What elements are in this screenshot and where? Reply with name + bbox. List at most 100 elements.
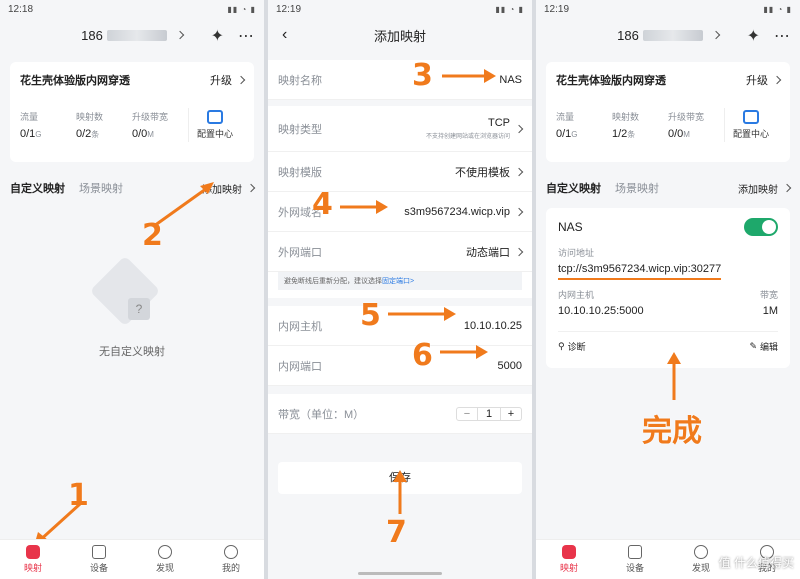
host-label: 内网主机 xyxy=(558,290,595,300)
inport-field[interactable]: 5000 xyxy=(498,360,522,372)
access-address[interactable]: tcp://s3m9567234.wicp.vip:30277 xyxy=(558,263,722,280)
step-5-arrow xyxy=(388,307,456,321)
domain-row[interactable]: 外网域名 s3m9567234.wicp.vip xyxy=(268,192,532,232)
mapping-card[interactable]: NAS 访问地址 tcp://s3m9567234.wicp.vip:30277… xyxy=(546,208,790,368)
template-row[interactable]: 映射模版 不使用模板 xyxy=(268,152,532,192)
tab-mapping[interactable]: 映射 xyxy=(536,540,602,579)
upgrade-link[interactable]: 升级 xyxy=(746,72,782,88)
template-label: 映射模版 xyxy=(278,166,322,179)
stat-label: 映射数 xyxy=(76,112,104,122)
status-icons: ▮▮ ◔ ▮ xyxy=(227,4,256,14)
step-3-label: 3 xyxy=(412,58,433,93)
satellite-icon[interactable]: ✦ xyxy=(211,26,224,46)
mapping-toggle[interactable] xyxy=(744,218,778,236)
config-center-label: 配置中心 xyxy=(197,129,234,139)
compass-icon xyxy=(694,545,708,559)
step-4-arrow xyxy=(340,200,388,214)
port-row[interactable]: 外网端口 动态端口 xyxy=(268,232,532,272)
stat-unit: G xyxy=(35,130,42,139)
more-icon[interactable]: ⋯ xyxy=(238,26,254,46)
more-icon[interactable]: ⋯ xyxy=(774,26,790,46)
host-field[interactable]: 10.10.10.25 xyxy=(464,320,522,332)
account-selector[interactable]: 186 xyxy=(617,28,721,43)
tab-discover[interactable]: 发现 xyxy=(132,540,198,579)
upgrade-label: 升级 xyxy=(746,75,768,87)
inport-label: 内网端口 xyxy=(278,360,322,373)
tab-custom-mapping[interactable]: 自定义映射 xyxy=(546,180,601,196)
stat-unit: M xyxy=(147,130,154,139)
tab-custom-mapping[interactable]: 自定义映射 xyxy=(10,180,65,196)
bandwidth-label: 带宽（单位：M） xyxy=(278,408,365,421)
blurred-phone xyxy=(642,29,703,41)
stat-unit: 条 xyxy=(627,130,636,139)
stat-label: 流量 xyxy=(20,112,39,122)
stat-unit: M xyxy=(683,130,690,139)
tab-scene-mapping[interactable]: 场景映射 xyxy=(615,180,659,196)
type-note: 不支持创建网站或在浏览器访问 xyxy=(425,133,510,140)
status-icons: ▮▮ ◔ ▮ xyxy=(763,4,792,14)
plan-card: 花生壳体验版内网穿透 升级 流量 0/1G 映射数 1/2条 升级带宽 0/0M xyxy=(546,62,790,162)
stat-value: 0/2 xyxy=(76,128,92,140)
config-center-button[interactable]: 配置中心 xyxy=(733,110,769,140)
tab-label: 设备 xyxy=(625,563,644,573)
upgrade-link[interactable]: 升级 xyxy=(210,72,246,88)
template-value: 不使用模板 xyxy=(455,166,510,179)
type-row[interactable]: 映射类型 TCP 不支持创建网站或在浏览器访问 xyxy=(268,106,532,152)
back-icon[interactable]: ‹ xyxy=(282,26,287,44)
type-label: 映射类型 xyxy=(278,123,322,136)
stat-bandwidth: 升级带宽 0/0M xyxy=(132,110,188,140)
edit-button[interactable]: ✎ 编辑 xyxy=(749,340,778,353)
chevron-right-icon xyxy=(514,247,524,256)
stat-value: 0/0 xyxy=(668,128,684,140)
stat-value: 0/1 xyxy=(556,128,572,140)
empty-state-illustration: ? xyxy=(89,255,162,327)
config-center-button[interactable]: 配置中心 xyxy=(197,110,233,140)
status-bar: 12:18 ▮▮ ◔ ▮ xyxy=(0,0,264,18)
step-6-label: 6 xyxy=(412,338,433,373)
tab-mapping[interactable]: 映射 xyxy=(0,540,66,579)
bandwidth-value[interactable]: 1 xyxy=(477,407,501,420)
plus-button[interactable]: + xyxy=(501,408,521,420)
step-4-label: 4 xyxy=(312,187,333,222)
stat-label: 流量 xyxy=(556,112,575,122)
name-field[interactable]: NAS xyxy=(499,74,522,86)
tab-me[interactable]: 我的 xyxy=(198,540,264,579)
tab-devices[interactable]: 设备 xyxy=(66,540,132,579)
config-center-label: 配置中心 xyxy=(733,129,770,139)
inport-row[interactable]: 内网端口 5000 xyxy=(268,346,532,386)
stat-value: 1/2 xyxy=(612,128,628,140)
plan-card: 花生壳体验版内网穿透 升级 流量 0/1G 映射数 0/2条 升级带宽 0/0M xyxy=(10,62,254,162)
stat-unit: 条 xyxy=(91,130,100,139)
status-icons: ▮▮ ◔ ▮ xyxy=(495,4,524,14)
account-selector[interactable]: 186 xyxy=(81,27,185,43)
tab-label: 发现 xyxy=(155,563,174,573)
stat-value: 0/0 xyxy=(132,128,148,140)
minus-button[interactable]: − xyxy=(457,408,477,420)
mapping-name: NAS xyxy=(558,220,583,234)
bandwidth-value: 1M xyxy=(762,305,778,317)
diagnose-button[interactable]: ⚲ 诊断 xyxy=(558,340,586,353)
step-3-arrow xyxy=(442,69,496,83)
add-mapping-button[interactable]: 添加映射 xyxy=(738,181,792,196)
phone-prefix: 186 xyxy=(81,27,103,43)
tab-devices[interactable]: 设备 xyxy=(602,540,668,579)
host-value: 10.10.10.25:5000 xyxy=(558,305,644,317)
header: 186 ✦ ⋯ xyxy=(536,18,800,52)
tab-label: 映射 xyxy=(559,563,578,573)
status-bar: 12:19 ▮▮ ◔ ▮ xyxy=(536,0,800,18)
satellite-icon[interactable]: ✦ xyxy=(747,26,760,46)
stat-bandwidth: 升级带宽 0/0M xyxy=(668,110,724,140)
tab-scene-mapping[interactable]: 场景映射 xyxy=(79,180,123,196)
layers-icon xyxy=(207,110,223,124)
empty-state-text: 无自定义映射 xyxy=(99,346,165,358)
status-bar: 12:19 ▮▮ ◔ ▮ xyxy=(268,0,532,18)
chevron-right-icon xyxy=(514,167,524,176)
chevron-right-icon xyxy=(772,75,782,85)
fixed-port-link[interactable]: 固定端口> xyxy=(382,278,414,285)
bandwidth-stepper: − 1 + xyxy=(456,406,522,421)
edit-label: 编辑 xyxy=(759,342,778,352)
name-label: 映射名称 xyxy=(278,74,322,87)
blurred-phone xyxy=(106,29,167,41)
diagnose-label: 诊断 xyxy=(567,342,586,352)
step-2-arrow xyxy=(153,182,214,228)
